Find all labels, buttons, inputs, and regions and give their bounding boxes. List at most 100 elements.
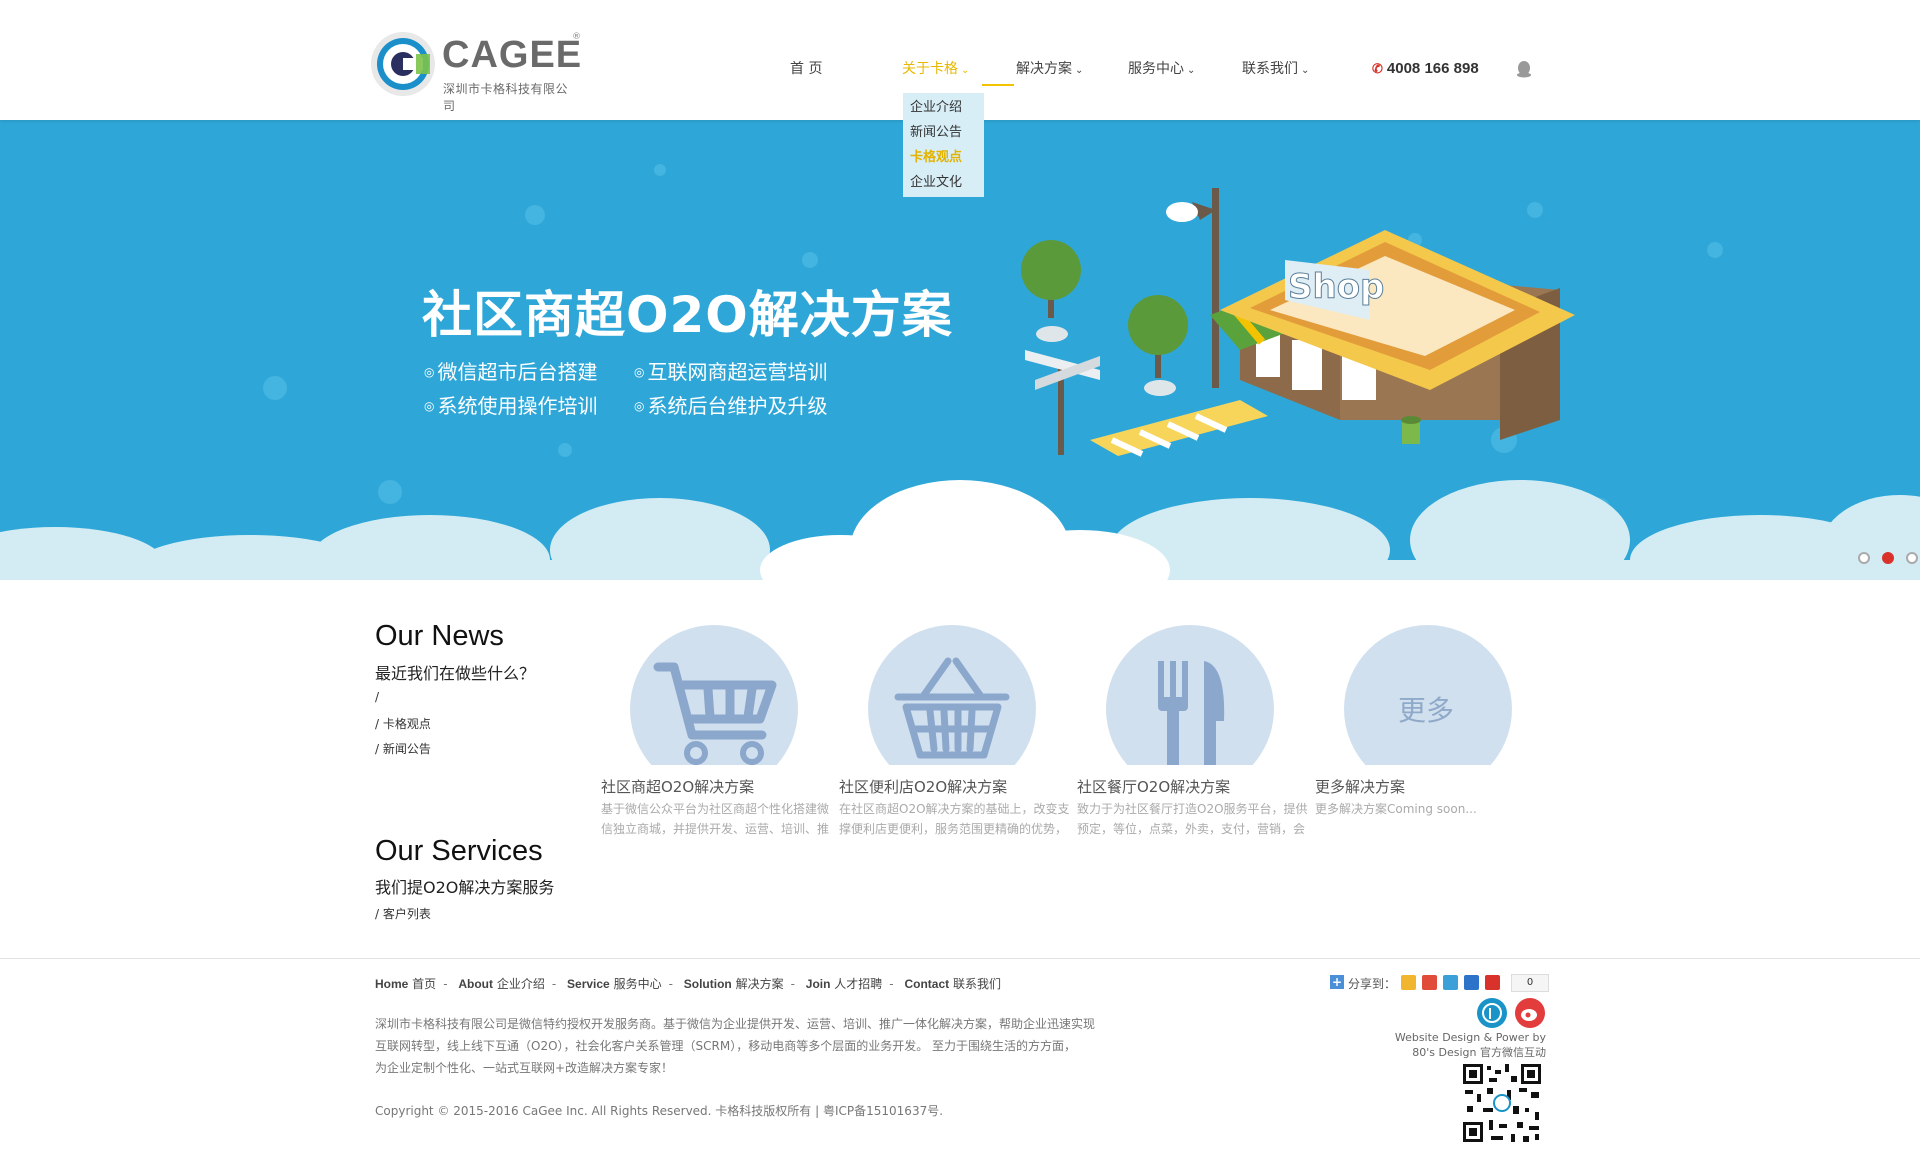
service-card-desc: 更多解决方案Coming soon... (1315, 802, 1477, 816)
bullet-dot-icon: ◎ (634, 399, 645, 413)
about-dropdown-menu: 企业介绍 新闻公告 卡格观点 企业文化 (903, 93, 984, 197)
nav-about[interactable]: 关于卡格 ⌄ (902, 58, 969, 78)
qzone-share-icon[interactable] (1401, 975, 1416, 990)
nav-home[interactable]: 首 页 (790, 58, 822, 78)
footer-nav: Home 首页 - About 企业介绍 - Service 服务中心 - Solut… (375, 975, 1001, 992)
footer-separator: - (551, 977, 557, 991)
footer-link-zh: 联系我们 (952, 977, 1001, 991)
services-subtitle: 我们提O2O解决方案服务 (375, 878, 555, 897)
footer-link-join[interactable]: Join 人才招聘 (806, 977, 883, 991)
footer-link-contact[interactable]: Contact 联系我们 (904, 977, 1001, 991)
shop-sign-text: Shop (1288, 267, 1384, 307)
logo-mark-icon (371, 32, 435, 96)
chevron-down-icon: ⌄ (1301, 65, 1310, 76)
nav-about-label: 关于卡格 (902, 61, 958, 77)
footer-separator: - (790, 977, 795, 991)
chevron-down-icon: ⌄ (961, 65, 970, 76)
phone-icon: ✆ (1372, 61, 1383, 76)
weibo-icon[interactable] (1515, 998, 1545, 1028)
footer-about-text: 深圳市卡格科技有限公司是微信特约授权开发服务商。基于微信为企业提供开发、运营、培… (375, 1013, 1115, 1079)
footer-about-line: 为企业定制个性化、一站式互联网+改造解决方案专家！ (375, 1061, 674, 1075)
qr-code-icon (1461, 1062, 1543, 1144)
news-link[interactable]: / (375, 690, 379, 704)
dropdown-item-company-intro[interactable]: 企业介绍 (903, 95, 984, 120)
nav-solutions-label: 解决方案 (1016, 61, 1072, 77)
banner-title: 社区商超O2O解决方案 (422, 286, 953, 344)
qq-icon[interactable] (1516, 60, 1532, 78)
nav-contact-label: 联系我们 (1242, 61, 1298, 77)
renren-share-icon[interactable] (1464, 975, 1479, 990)
share-label: 分享到： (1348, 977, 1397, 991)
dropdown-item-news[interactable]: 新闻公告 (903, 120, 984, 145)
bullet-text: 互联网商超运营培训 (647, 360, 828, 384)
service-card-desc: 致力于为社区餐厅打造O2O服务平台，提供预定，等位，点菜，外卖，支付，营销，会 (1077, 802, 1308, 836)
bullet-text: 微信超市后台搭建 (437, 360, 598, 384)
nav-service-label: 服务中心 (1128, 61, 1184, 77)
registered-mark: ® (572, 32, 581, 42)
footer-link-zh: 服务中心 (613, 977, 662, 991)
footer-link-en: Contact (904, 977, 950, 991)
footer-link-home[interactable]: Home 首页 (375, 977, 436, 991)
footer-separator: - (443, 977, 448, 991)
logo[interactable]: CAGEE ® 深圳市卡格科技有限公司 (370, 28, 583, 113)
hotline-number: 4008 166 898 (1386, 60, 1479, 77)
bullet-text: 系统使用操作培训 (437, 394, 598, 418)
nav-home-label: 首 页 (790, 61, 823, 77)
banner-bullet: ◎ 系统后台维护及升级 (634, 390, 827, 419)
weibo-share-icon[interactable] (1422, 975, 1437, 990)
dropdown-item-viewpoints[interactable]: 卡格观点 (903, 145, 984, 170)
nav-active-underline (982, 84, 1014, 86)
nav-contact[interactable]: 联系我们 ⌄ (1242, 58, 1309, 78)
footer-link-en: Home (375, 977, 409, 991)
news-subtitle: 最近我们在做些什么？ (375, 664, 536, 683)
footer-link-about[interactable]: About 企业介绍 (458, 977, 545, 991)
copyright: Copyright © 2015-2016 CaGee Inc. All Rig… (375, 1104, 944, 1118)
news-link-announcements[interactable]: / 新闻公告 (375, 740, 431, 757)
share-count: 0 (1511, 974, 1549, 992)
footer-link-zh: 企业介绍 (496, 977, 545, 991)
footer-separator: - (668, 977, 673, 991)
more-share-icon[interactable] (1485, 975, 1500, 990)
footer-link-en: Solution (683, 977, 732, 991)
service-card-title[interactable]: 社区餐厅O2O解决方案 (1077, 776, 1230, 797)
credit-line: Website Design & Power by (1394, 1031, 1546, 1044)
logo-wordmark: CAGEE (442, 34, 583, 76)
wechat-pay-icon[interactable] (1477, 998, 1507, 1028)
nav-solutions[interactable]: 解决方案 ⌄ (1016, 58, 1083, 78)
bullet-dot-icon: ◎ (634, 365, 645, 379)
design-credit: Website Design & Power by 80's Design 官方… (1380, 1030, 1546, 1060)
banner-bullet: ◎ 微信超市后台搭建 (424, 356, 597, 385)
footer-link-service[interactable]: Service 服务中心 (567, 977, 662, 991)
footer-about-line: 互联网转型，线上线下互通（O2O），社会化客户关系管理（SCRM），移动电商等多… (375, 1039, 1077, 1053)
more-text: 更多 (1398, 694, 1455, 727)
slider-dot[interactable] (1906, 552, 1918, 564)
credit-line: 80's Design 官方微信互动 (1412, 1046, 1546, 1059)
service-card-desc: 基于微信公众平台为社区商超个性化搭建微信独立商城，并提供开发、运营、培训、推 (601, 802, 830, 836)
nav-service[interactable]: 服务中心 ⌄ (1128, 58, 1195, 78)
chevron-down-icon: ⌄ (1075, 65, 1084, 76)
footer-link-zh: 解决方案 (735, 977, 784, 991)
tencent-share-icon[interactable] (1443, 975, 1458, 990)
services-link-clients[interactable]: / 客户列表 (375, 905, 431, 922)
service-card-title[interactable]: 社区商超O2O解决方案 (601, 776, 754, 797)
slider-dot[interactable] (1858, 552, 1870, 564)
service-card-title[interactable]: 社区便利店O2O解决方案 (839, 776, 1007, 797)
footer-separator: - (889, 977, 894, 991)
footer-about-line: 深圳市卡格科技有限公司是微信特约授权开发服务商。基于微信为企业提供开发、运营、培… (375, 1017, 1096, 1031)
news-title: Our News (375, 620, 504, 652)
slider-dot-active[interactable] (1882, 552, 1894, 564)
footer-divider (0, 958, 1920, 959)
logo-subtitle: 深圳市卡格科技有限公司 (443, 82, 569, 113)
bullet-dot-icon: ◎ (424, 399, 435, 413)
service-card-desc: 在社区商超O2O解决方案的基础上，改变支撑便利店更便利，服务范围更精确的优势， (839, 802, 1070, 836)
dropdown-item-culture[interactable]: 企业文化 (903, 170, 984, 195)
news-link-viewpoints[interactable]: / 卡格观点 (375, 715, 431, 732)
hotline[interactable]: ✆ 4008 166 898 (1372, 60, 1479, 77)
footer-link-en: Join (805, 977, 831, 991)
bullet-dot-icon: ◎ (424, 365, 435, 379)
footer-link-solution[interactable]: Solution 解决方案 (684, 977, 784, 991)
services-title: Our Services (375, 835, 543, 867)
service-card-title[interactable]: 更多解决方案 (1315, 776, 1405, 797)
footer-link-en: About (458, 977, 494, 991)
share-plus-icon[interactable]: + (1330, 975, 1344, 989)
